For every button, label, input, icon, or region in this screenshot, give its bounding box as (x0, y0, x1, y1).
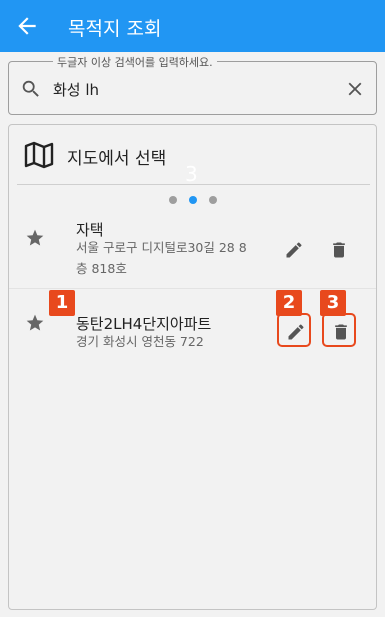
edit-button[interactable] (277, 233, 311, 267)
delete-button[interactable] (322, 233, 356, 267)
annotation-badge-1: 1 (49, 290, 75, 316)
close-icon (348, 82, 362, 96)
carousel-dot-2-active[interactable] (189, 196, 197, 204)
trash-icon (333, 242, 345, 258)
carousel-dot-3[interactable] (209, 196, 217, 204)
map-icon (24, 141, 54, 169)
search-icon (22, 80, 39, 97)
clear-button[interactable] (344, 78, 366, 100)
carousel-dot-1[interactable] (169, 196, 177, 204)
annotation-badge-2: 2 (276, 290, 302, 316)
carousel-dots (169, 196, 219, 206)
edit-button[interactable] (277, 313, 311, 347)
page-title: 목적지 조회 (68, 18, 162, 40)
place-item-home[interactable]: 자택 서울 구로구 디지털로30길 28 8층 818호 (9, 211, 376, 287)
annotation-badge-3: 3 (320, 290, 346, 316)
delete-button[interactable] (322, 313, 356, 347)
results-panel: 지도에서 선택 3 자택 서울 구로구 디지털로30길 28 8층 818호 동… (8, 124, 377, 610)
search-input[interactable] (53, 76, 333, 102)
place-address: 서울 구로구 디지털로30길 28 8층 818호 (76, 240, 247, 276)
place-address: 경기 화성시 영천동 722 (76, 334, 204, 349)
pencil-icon (288, 324, 304, 340)
star-icon[interactable] (25, 228, 45, 248)
star-icon[interactable] (25, 313, 45, 333)
search-field[interactable]: 두글자 이상 검색어를 입력하세요. (8, 54, 377, 115)
search-hint: 두글자 이상 검색어를 입력하세요. (53, 54, 217, 70)
arrow-back-icon (18, 17, 36, 35)
back-button[interactable] (14, 13, 40, 39)
map-select-label: 지도에서 선택 (67, 149, 167, 169)
trash-icon (335, 324, 347, 340)
app-bar: 목적지 조회 (0, 0, 385, 52)
carousel-page-number: 3 (185, 162, 198, 186)
pencil-icon (286, 242, 302, 258)
